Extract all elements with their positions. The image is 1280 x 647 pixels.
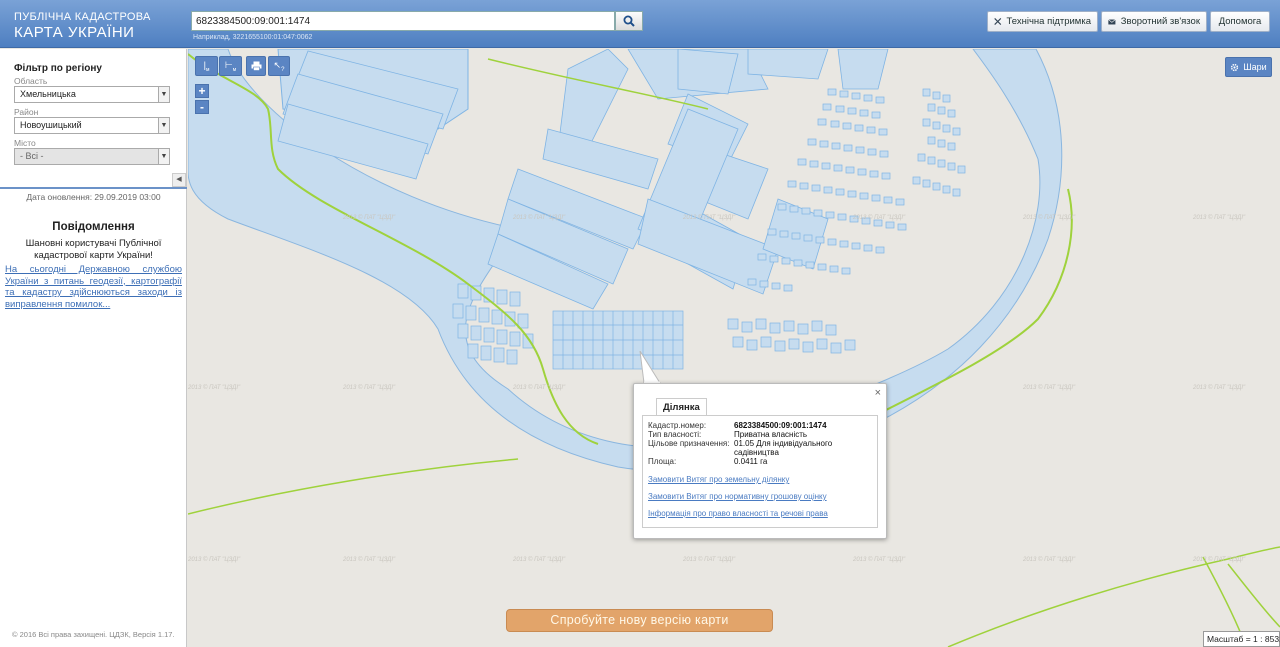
- raion-value: Новоушицький: [20, 120, 82, 130]
- order-valuation-link[interactable]: Замовити Витяг про нормативну грошову оц…: [648, 492, 827, 501]
- map-watermark: 2013 © ПАТ "ЦЗДІ": [1192, 214, 1246, 221]
- map-watermark: 2013 © ПАТ "ЦЗДІ": [342, 214, 396, 221]
- tools-icon: [994, 18, 1002, 25]
- map-watermark: 2013 © ПАТ "ЦЗДІ": [342, 384, 396, 391]
- row-key: Цільове призначення:: [648, 439, 730, 448]
- zoom-in-button[interactable]: +: [195, 84, 209, 98]
- header-bar: ПУБЛІЧНА КАДАСТРОВА КАРТА УКРАЇНИ Наприк…: [0, 0, 1280, 48]
- cadastral-search-input[interactable]: [191, 11, 615, 31]
- map-watermark: 2013 © ПАТ "ЦЗДІ": [1192, 556, 1246, 563]
- map-watermark: 2013 © ПАТ "ЦЗДІ": [188, 556, 241, 563]
- cadastral-map[interactable]: 2013 © ПАТ "ЦЗДІ" 2013 © ПАТ "ЦЗДІ" 2013 ©…: [188, 49, 1280, 647]
- logo-line1: ПУБЛІЧНА КАДАСТРОВА: [14, 11, 151, 23]
- oblast-label: Область: [14, 76, 48, 86]
- collapse-sidebar-button[interactable]: ◀: [172, 173, 186, 187]
- gear-icon: [1231, 63, 1239, 71]
- feedback-button[interactable]: Зворотний зв'язок: [1101, 11, 1207, 32]
- map-watermark: 2013 © ПАТ "ЦЗДІ": [512, 214, 566, 221]
- close-icon[interactable]: ×: [875, 387, 881, 399]
- parcel-details: Кадастр.номер: 6823384500:09:001:1474 Тип…: [642, 415, 878, 528]
- support-label: Технічна підтримка: [1006, 16, 1092, 27]
- map-watermark: 2013 © ПАТ "ЦЗДІ": [512, 556, 566, 563]
- tab-parcel[interactable]: Ділянка: [656, 398, 707, 416]
- support-button[interactable]: Технічна підтримка: [987, 11, 1098, 32]
- map-watermark: 2013 © ПАТ "ЦЗДІ": [1022, 556, 1076, 563]
- raion-select[interactable]: Новоушицький ▼: [14, 117, 170, 134]
- row-value: 6823384500:09:001:1474: [734, 421, 827, 430]
- search-box: Наприклад, 3221655100:01:047:0062: [191, 11, 643, 41]
- help-label: Допомога: [1218, 16, 1262, 27]
- filter-title: Фільтр по регіону: [14, 63, 102, 74]
- oblast-value: Хмельницька: [20, 89, 76, 99]
- feedback-label: Зворотний зв'язок: [1120, 16, 1200, 27]
- ownership-info-link[interactable]: Інформація про право власності та речові…: [648, 509, 828, 518]
- parcel-info-popup: × Ділянка Кадастр.номер: 6823384500:09:00…: [633, 383, 887, 539]
- row-key: Кадастр.номер:: [648, 421, 707, 430]
- envelope-icon: [1108, 18, 1116, 24]
- notice-link[interactable]: На сьогодні Державною службою України з …: [5, 264, 182, 310]
- help-button[interactable]: Допомога: [1210, 11, 1270, 32]
- area-tool-button[interactable]: ⊢м: [219, 56, 242, 76]
- map-watermark: 2013 © ПАТ "ЦЗДІ": [512, 384, 566, 391]
- row-value: Приватна власність: [734, 430, 808, 439]
- cursor-question-icon: ↖?: [273, 59, 285, 73]
- logo-line2: КАРТА УКРАЇНИ: [14, 24, 135, 41]
- copyright: © 2016 Всі права захищені. ЦДЗК, Версія …: [12, 630, 175, 639]
- map-canvas[interactable]: 2013 © ПАТ "ЦЗДІ" 2013 © ПАТ "ЦЗДІ" 2013 ©…: [188, 49, 1280, 647]
- printer-icon: [251, 61, 261, 71]
- map-watermark: 2013 © ПАТ "ЦЗДІ": [852, 214, 906, 221]
- notice-text: Шановні користувачі Публічної кадастрово…: [25, 238, 162, 261]
- map-watermark: 2013 © ПАТ "ЦЗДІ": [682, 556, 736, 563]
- layers-button[interactable]: Шари: [1225, 57, 1272, 77]
- row-key: Тип власності:: [648, 430, 702, 439]
- row-value: 0.0411 га: [734, 457, 768, 466]
- identify-tool-button[interactable]: ↖?: [268, 56, 290, 76]
- notice-title: Повідомлення: [52, 221, 135, 233]
- map-watermark: 2013 © ПАТ "ЦЗДІ": [1192, 384, 1246, 391]
- zoom-out-button[interactable]: -: [195, 100, 209, 114]
- chevron-down-icon: ▼: [158, 149, 169, 164]
- chevron-down-icon: ▼: [158, 118, 169, 133]
- misto-label: Місто: [14, 138, 36, 148]
- row-value: 01.05 Для індивідуального садівництва: [734, 439, 833, 457]
- ruler-icon: |м: [203, 59, 210, 73]
- parcel-row-ownership: Тип власності: Приватна власність: [648, 430, 864, 439]
- map-watermark: 2013 © ПАТ "ЦЗДІ": [342, 556, 396, 563]
- map-watermark: 2013 © ПАТ "ЦЗДІ": [188, 384, 241, 391]
- parcel-row-area: Площа: 0.0411 га: [648, 457, 864, 466]
- popup-pointer: [639, 351, 661, 384]
- layers-label: Шари: [1243, 62, 1267, 72]
- update-date: Дата оновлення: 29.09.2019 03:00: [26, 192, 161, 202]
- site-logo[interactable]: ПУБЛІЧНА КАДАСТРОВА КАРТА УКРАЇНИ: [14, 11, 151, 41]
- map-watermark: 2013 © ПАТ "ЦЗДІ": [1022, 214, 1076, 221]
- parcel-row-purpose: Цільове призначення: 01.05 Для індивідуал…: [648, 439, 864, 457]
- scale-indicator: Масштаб = 1 : 8531: [1203, 631, 1280, 647]
- raion-label: Район: [14, 107, 39, 117]
- search-icon: [623, 15, 635, 27]
- misto-value: - Всі -: [20, 151, 44, 161]
- chevron-down-icon: ▼: [158, 87, 169, 102]
- new-version-button[interactable]: Спробуйте нову версію карти: [506, 609, 773, 632]
- map-watermark: 2013 © ПАТ "ЦЗДІ": [852, 556, 906, 563]
- parcel-row-cadastral: Кадастр.номер: 6823384500:09:001:1474: [648, 421, 864, 430]
- misto-select[interactable]: - Всі - ▼: [14, 148, 170, 165]
- order-extract-link[interactable]: Замовити Витяг про земельну ділянку: [648, 475, 789, 484]
- map-watermark: 2013 © ПАТ "ЦЗДІ": [682, 214, 736, 221]
- oblast-select[interactable]: Хмельницька ▼: [14, 86, 170, 103]
- ruler-tool-button[interactable]: |м: [195, 56, 218, 76]
- region-filter-sidebar: Фільтр по регіону Область Хмельницька ▼ …: [0, 49, 187, 647]
- map-watermark: 2013 © ПАТ "ЦЗДІ": [1022, 384, 1076, 391]
- row-key: Площа:: [648, 457, 677, 466]
- search-button[interactable]: [615, 11, 643, 31]
- sidebar-divider: [0, 187, 187, 189]
- search-hint: Наприклад, 3221655100:01:047:0062: [193, 34, 313, 41]
- print-button[interactable]: [246, 56, 266, 76]
- area-icon: ⊢м: [224, 59, 237, 73]
